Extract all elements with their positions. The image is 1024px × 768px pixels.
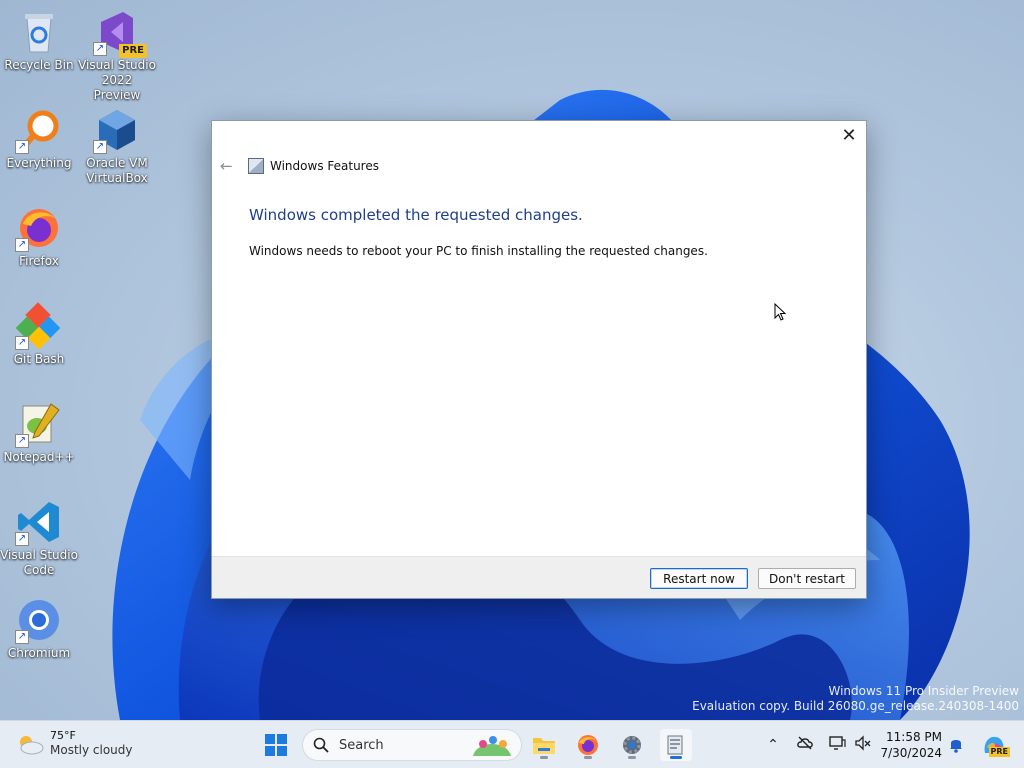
dialog-header: ← Windows Features bbox=[220, 157, 379, 175]
desktop-icon-vscode[interactable]: ↗ Visual Studio Code bbox=[0, 498, 78, 578]
weather-condition: Mostly cloudy bbox=[50, 743, 133, 757]
dont-restart-button[interactable]: Don't restart bbox=[758, 568, 856, 589]
shortcut-arrow-icon: ↗ bbox=[15, 434, 29, 448]
start-icon bbox=[265, 734, 287, 756]
git-bash-icon: ↗ bbox=[15, 302, 63, 350]
running-indicator bbox=[540, 756, 548, 759]
windows-features-dialog: ✕ ← Windows Features Windows completed t… bbox=[211, 120, 867, 599]
firefox-icon: ↗ bbox=[15, 204, 63, 252]
firefox-icon bbox=[578, 735, 598, 755]
desktop-icon-label: Recycle Bin bbox=[4, 58, 74, 72]
desktop-icon-chromium[interactable]: ↗ Chromium bbox=[0, 596, 78, 661]
file-explorer-icon bbox=[533, 738, 555, 754]
chromium-icon: ↗ bbox=[15, 596, 63, 644]
notification-bell-icon[interactable] bbox=[946, 735, 966, 755]
running-indicator bbox=[584, 756, 592, 759]
search-icon bbox=[313, 737, 329, 753]
back-arrow-icon[interactable]: ← bbox=[220, 157, 234, 175]
shortcut-arrow-icon: ↗ bbox=[15, 238, 29, 252]
taskbar-windows-features[interactable] bbox=[660, 729, 692, 761]
desktop-icon-label: Git Bash bbox=[13, 352, 65, 366]
desktop-icon-git-bash[interactable]: ↗ Git Bash bbox=[0, 302, 78, 367]
everything-search-icon: ↗ bbox=[15, 106, 63, 154]
taskbar-settings[interactable] bbox=[616, 729, 648, 761]
copilot-preview-badge: PRE bbox=[988, 747, 1010, 757]
taskbar-search-box[interactable]: Search bbox=[302, 729, 522, 761]
desktop-icon-label: Chromium bbox=[7, 646, 71, 660]
windows-features-icon bbox=[667, 735, 683, 755]
shortcut-arrow-icon: ↗ bbox=[15, 336, 29, 350]
desktop-icon-notepad-plus-plus[interactable]: ↗ Notepad++ bbox=[0, 400, 78, 465]
desktop-icon-label: Oracle VM VirtualBox bbox=[86, 156, 148, 185]
taskbar: 75°F Mostly cloudy Search ⌃ 11:58 PM 7/3… bbox=[0, 720, 1024, 768]
recycle-bin-icon bbox=[15, 8, 63, 56]
shortcut-arrow-icon: ↗ bbox=[15, 630, 29, 644]
preview-badge: PRE bbox=[119, 44, 147, 58]
active-window-indicator bbox=[670, 756, 682, 759]
start-button[interactable] bbox=[260, 729, 292, 761]
clock-time: 11:58 PM bbox=[886, 730, 942, 744]
watermark-line-1: Windows 11 Pro Insider Preview bbox=[828, 684, 1019, 698]
vscode-icon: ↗ bbox=[15, 498, 63, 546]
desktop-icon-label: Visual Studio Code bbox=[0, 548, 78, 577]
close-icon[interactable]: ✕ bbox=[838, 125, 860, 147]
windows-features-icon bbox=[248, 158, 264, 174]
shortcut-arrow-icon: ↗ bbox=[15, 532, 29, 546]
shortcut-arrow-icon: ↗ bbox=[93, 140, 107, 154]
desktop-icon-visual-studio-preview[interactable]: PRE ↗ Visual Studio 2022 Preview bbox=[78, 8, 156, 103]
desktop-icon-label: Firefox bbox=[19, 254, 59, 268]
weather-widget[interactable]: 75°F Mostly cloudy bbox=[16, 729, 133, 758]
taskbar-firefox[interactable] bbox=[572, 729, 604, 761]
dialog-heading: Windows completed the requested changes. bbox=[249, 206, 583, 224]
running-indicator bbox=[628, 756, 636, 759]
desktop-icon-label: Visual Studio 2022 Preview bbox=[78, 58, 156, 102]
dialog-title: Windows Features bbox=[270, 159, 379, 173]
partly-cloudy-icon bbox=[16, 733, 44, 755]
clock-date: 7/30/2024 bbox=[880, 746, 942, 760]
chevron-up-icon[interactable]: ⌃ bbox=[763, 735, 783, 755]
evaluation-watermark: Windows 11 Pro Insider Preview Evaluatio… bbox=[692, 684, 1019, 714]
search-highlight-icon bbox=[473, 736, 511, 756]
desktop-icon-virtualbox[interactable]: ↗ Oracle VM VirtualBox bbox=[78, 106, 156, 186]
taskbar-clock[interactable]: 11:58 PM 7/30/2024 bbox=[878, 729, 942, 761]
virtualbox-icon: ↗ bbox=[93, 106, 141, 154]
desktop-icon-label: Everything bbox=[6, 156, 72, 170]
watermark-line-2: Evaluation copy. Build 26080.ge_release.… bbox=[692, 699, 1019, 713]
shortcut-arrow-icon: ↗ bbox=[15, 140, 29, 154]
taskbar-file-explorer[interactable] bbox=[528, 729, 560, 761]
dialog-message: Windows needs to reboot your PC to finis… bbox=[249, 244, 708, 258]
desktop-icon-everything[interactable]: ↗ Everything bbox=[0, 106, 78, 171]
shortcut-arrow-icon: ↗ bbox=[93, 42, 107, 56]
desktop-icon-firefox[interactable]: ↗ Firefox bbox=[0, 204, 78, 269]
visual-studio-icon: PRE ↗ bbox=[93, 8, 147, 58]
dialog-footer: Restart now Don't restart bbox=[212, 556, 866, 598]
notepad-plus-plus-icon: ↗ bbox=[15, 400, 63, 448]
copilot-button[interactable]: PRE bbox=[978, 729, 1010, 761]
weather-temperature: 75°F bbox=[50, 729, 76, 742]
restart-now-button[interactable]: Restart now bbox=[650, 568, 748, 589]
volume-muted-icon[interactable] bbox=[853, 735, 873, 755]
settings-icon bbox=[623, 736, 641, 754]
desktop-icon-recycle-bin[interactable]: Recycle Bin bbox=[0, 8, 78, 73]
desktop-icon-label: Notepad++ bbox=[3, 450, 75, 464]
search-placeholder: Search bbox=[339, 738, 384, 753]
network-display-icon[interactable] bbox=[827, 735, 847, 755]
onedrive-offline-icon[interactable] bbox=[795, 735, 815, 755]
mouse-cursor-icon bbox=[774, 303, 786, 321]
